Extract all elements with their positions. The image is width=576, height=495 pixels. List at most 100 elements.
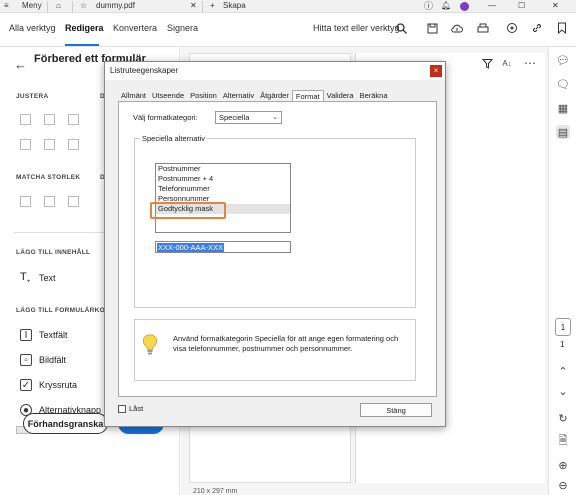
info-text: Använd formatkategorin Speciella för att… (173, 334, 399, 353)
close-tab-icon[interactable]: ✕ (190, 0, 197, 13)
comment-icon[interactable]: 💬︎ (556, 53, 570, 67)
tab-convert[interactable]: Konvertera (113, 23, 157, 33)
star-icon[interactable]: ☆ (80, 0, 87, 13)
list-item[interactable]: Postnummer (156, 164, 290, 174)
tab-calculate[interactable]: Beräkna (357, 90, 391, 101)
lightbulb-icon (143, 334, 157, 355)
more-options-icon[interactable]: ⋯ (524, 56, 536, 70)
page-count: 1 (560, 340, 565, 349)
filter-icon[interactable] (481, 57, 493, 69)
tab-appearance[interactable]: Utseende (149, 90, 187, 101)
upload-cloud-icon[interactable] (451, 22, 463, 34)
page-number-box[interactable]: 1 (555, 318, 571, 336)
section-add-content-label: LÄGG TILL INNEHÅLL (16, 249, 91, 256)
mask-value: XXX-000-AAA-XXX (157, 243, 225, 252)
align-right-icon[interactable] (68, 114, 79, 125)
avatar[interactable] (460, 2, 469, 11)
tab-edit[interactable]: Redigera (65, 23, 104, 33)
format-category-select[interactable]: Speciella ⌄ (215, 111, 282, 124)
form-fields-icon[interactable]: ▤ (556, 125, 570, 139)
locked-label: Låst (129, 404, 144, 413)
document-icon[interactable]: 🗎 (556, 434, 570, 448)
comment-list-icon[interactable]: 🗨︎ (556, 77, 570, 91)
window-close-icon[interactable]: ✕ (552, 0, 559, 13)
image-field-icon: ▫ (20, 354, 32, 366)
locked-checkbox-row[interactable]: Låst (118, 404, 143, 413)
menu-button-label[interactable]: Meny (22, 0, 42, 13)
chevron-down-icon[interactable]: ⌄ (556, 384, 570, 398)
field-checkbox[interactable]: ✓ Kryssruta (20, 379, 77, 391)
mask-input[interactable]: XXX-000-AAA-XXX (155, 241, 291, 253)
locked-checkbox[interactable] (118, 404, 126, 413)
bookmark-icon[interactable] (556, 22, 568, 34)
special-options-label: Speciella alternativ (140, 134, 207, 143)
section-align-label: JUSTERA (16, 93, 49, 100)
right-toolbar: 💬︎ 🗨︎ ▦ ▤ 1 1 ⌃ ⌄ ↻ 🗎 ⊕ ⊖ (548, 47, 576, 495)
home-icon[interactable]: ⌂ (56, 0, 61, 13)
text-icon: T+ (20, 271, 31, 286)
align-center-icon[interactable] (44, 114, 55, 125)
section-add-fields-label: LÄGG TILL FORMULÄRKOM (16, 307, 111, 314)
help-icon[interactable]: ⓘ (424, 0, 433, 13)
align-left-icon[interactable] (20, 114, 31, 125)
dialog-tabs: Allmänt Utseende Position Alternativ Åtg… (118, 90, 391, 101)
field-image[interactable]: ▫ Bildfält (20, 354, 66, 366)
text-field-icon: I (20, 329, 32, 341)
preview-button[interactable]: Förhandsgranska (23, 413, 108, 434)
chevron-down-icon: ⌄ (272, 114, 278, 121)
align-bottom-icon[interactable] (68, 139, 79, 150)
match-height-icon[interactable] (44, 196, 55, 207)
thumbnails-icon[interactable]: ▦ (556, 101, 570, 115)
zoom-out-icon[interactable]: ⊖ (556, 478, 570, 492)
new-tab-label[interactable]: Skapa (223, 0, 246, 13)
tab-general[interactable]: Allmänt (118, 90, 149, 101)
format-tab-content: Välj formatkategori: Speciella ⌄ Speciel… (118, 101, 437, 397)
tab-options[interactable]: Alternativ (220, 90, 257, 101)
dialog-close-icon[interactable]: × (430, 65, 442, 77)
tab-actions[interactable]: Åtgärder (257, 90, 292, 101)
special-options-list[interactable]: Postnummer Postnummer + 4 Telefonnummer … (155, 163, 291, 233)
maximize-icon[interactable]: ☐ (518, 0, 525, 13)
title-tab-bar: ≡ Meny ⌂ ☆ dummy.pdf ✕ + Skapa ⓘ 🔔︎ — ☐ … (0, 0, 576, 13)
list-item[interactable]: Postnummer + 4 (156, 174, 290, 184)
file-tab-label[interactable]: dummy.pdf (96, 0, 135, 13)
top-menu-row: Alla verktyg Redigera Konvertera Signera… (0, 13, 576, 47)
tab-sign[interactable]: Signera (167, 23, 198, 33)
match-width-icon[interactable] (20, 196, 31, 207)
list-item[interactable]: Telefonnummer (156, 184, 290, 194)
match-both-icon[interactable] (68, 196, 79, 207)
refresh-icon[interactable]: ↻ (556, 411, 570, 425)
page-size-label: 210 x 297 mm (193, 488, 238, 495)
align-middle-icon[interactable] (44, 139, 55, 150)
search-icon[interactable] (395, 22, 407, 34)
tab-all-tools[interactable]: Alla verktyg (9, 23, 56, 33)
minimize-icon[interactable]: — (488, 0, 496, 13)
sort-az-icon[interactable]: A↓ (501, 57, 513, 69)
link-icon[interactable] (531, 22, 543, 34)
tab-format[interactable]: Format (291, 90, 324, 101)
zoom-in-icon[interactable]: ⊕ (556, 458, 570, 472)
checkbox-icon: ✓ (20, 379, 32, 391)
tab-position[interactable]: Position (187, 90, 220, 101)
print-icon[interactable] (477, 22, 489, 34)
tab-separator (72, 1, 73, 12)
info-box: Använd formatkategorin Speciella för att… (134, 319, 416, 381)
text-tool-label: Text (39, 273, 56, 284)
align-top-icon[interactable] (20, 139, 31, 150)
field-text[interactable]: I Textfält (20, 329, 68, 341)
save-icon[interactable] (426, 22, 438, 34)
close-button[interactable]: Stäng (360, 403, 432, 417)
field-label: Bildfält (39, 355, 67, 365)
format-category-value: Speciella (219, 113, 250, 122)
menu-icon[interactable]: ≡ (4, 0, 9, 13)
field-label: Kryssruta (39, 380, 78, 390)
tab-validate[interactable]: Validera (324, 90, 357, 101)
text-tool[interactable]: T+ Text (20, 271, 56, 285)
plus-icon[interactable]: + (210, 0, 215, 13)
chevron-up-icon[interactable]: ⌃ (556, 364, 570, 378)
field-label: Textfält (39, 330, 68, 340)
back-arrow-icon[interactable]: ← (14, 57, 27, 72)
ai-assistant-icon[interactable] (506, 22, 518, 34)
bell-icon[interactable]: 🔔︎ (441, 0, 451, 13)
search-tools-label[interactable]: Hitta text eller verktyg (313, 23, 400, 33)
